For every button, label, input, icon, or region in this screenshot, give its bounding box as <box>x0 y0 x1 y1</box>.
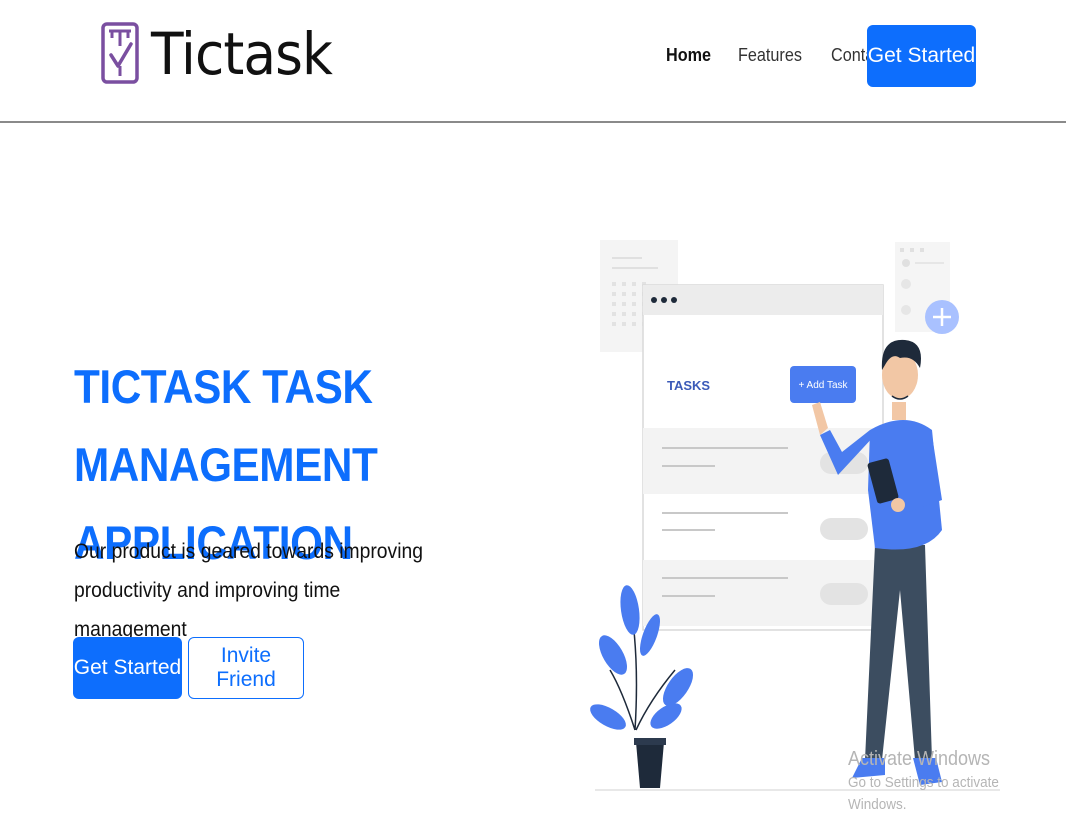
header-get-started-button[interactable]: Get Started <box>867 25 976 87</box>
watermark-subtitle: Go to Settings to activate Windows. <box>848 774 999 813</box>
hero-illustration: TASKS + Add Task <box>590 240 1000 791</box>
hero-subtitle-line-2: productivity and improving time manageme… <box>74 579 341 641</box>
watermark-title: Activate Windows <box>848 748 991 770</box>
tasks-heading: TASKS <box>667 378 710 393</box>
plus-icon <box>925 300 959 334</box>
brand-logo[interactable]: Tictask <box>101 22 348 86</box>
logo-icon <box>101 22 139 84</box>
main-nav: Home Features Contact <box>666 45 893 66</box>
hero-subtitle: Our product is geared towards improving … <box>74 532 442 649</box>
hero-title-line-1: TICTASK TASK MANAGEMENT <box>74 360 378 491</box>
hero-get-started-button[interactable]: Get Started <box>73 637 182 699</box>
hero-subtitle-line-1: Our product is geared towards improving <box>74 540 423 563</box>
add-task-button-label: + Add Task <box>798 380 848 391</box>
nav-link-features[interactable]: Features <box>738 45 802 66</box>
invite-friend-button[interactable]: Invite Friend <box>188 637 304 699</box>
site-header: Tictask Home Features Contact Get Starte… <box>0 0 1066 123</box>
nav-link-home[interactable]: Home <box>666 45 711 66</box>
brand-name: Tictask <box>151 20 333 88</box>
windows-activation-watermark: Activate Windows Go to Settings to activ… <box>848 746 1066 815</box>
